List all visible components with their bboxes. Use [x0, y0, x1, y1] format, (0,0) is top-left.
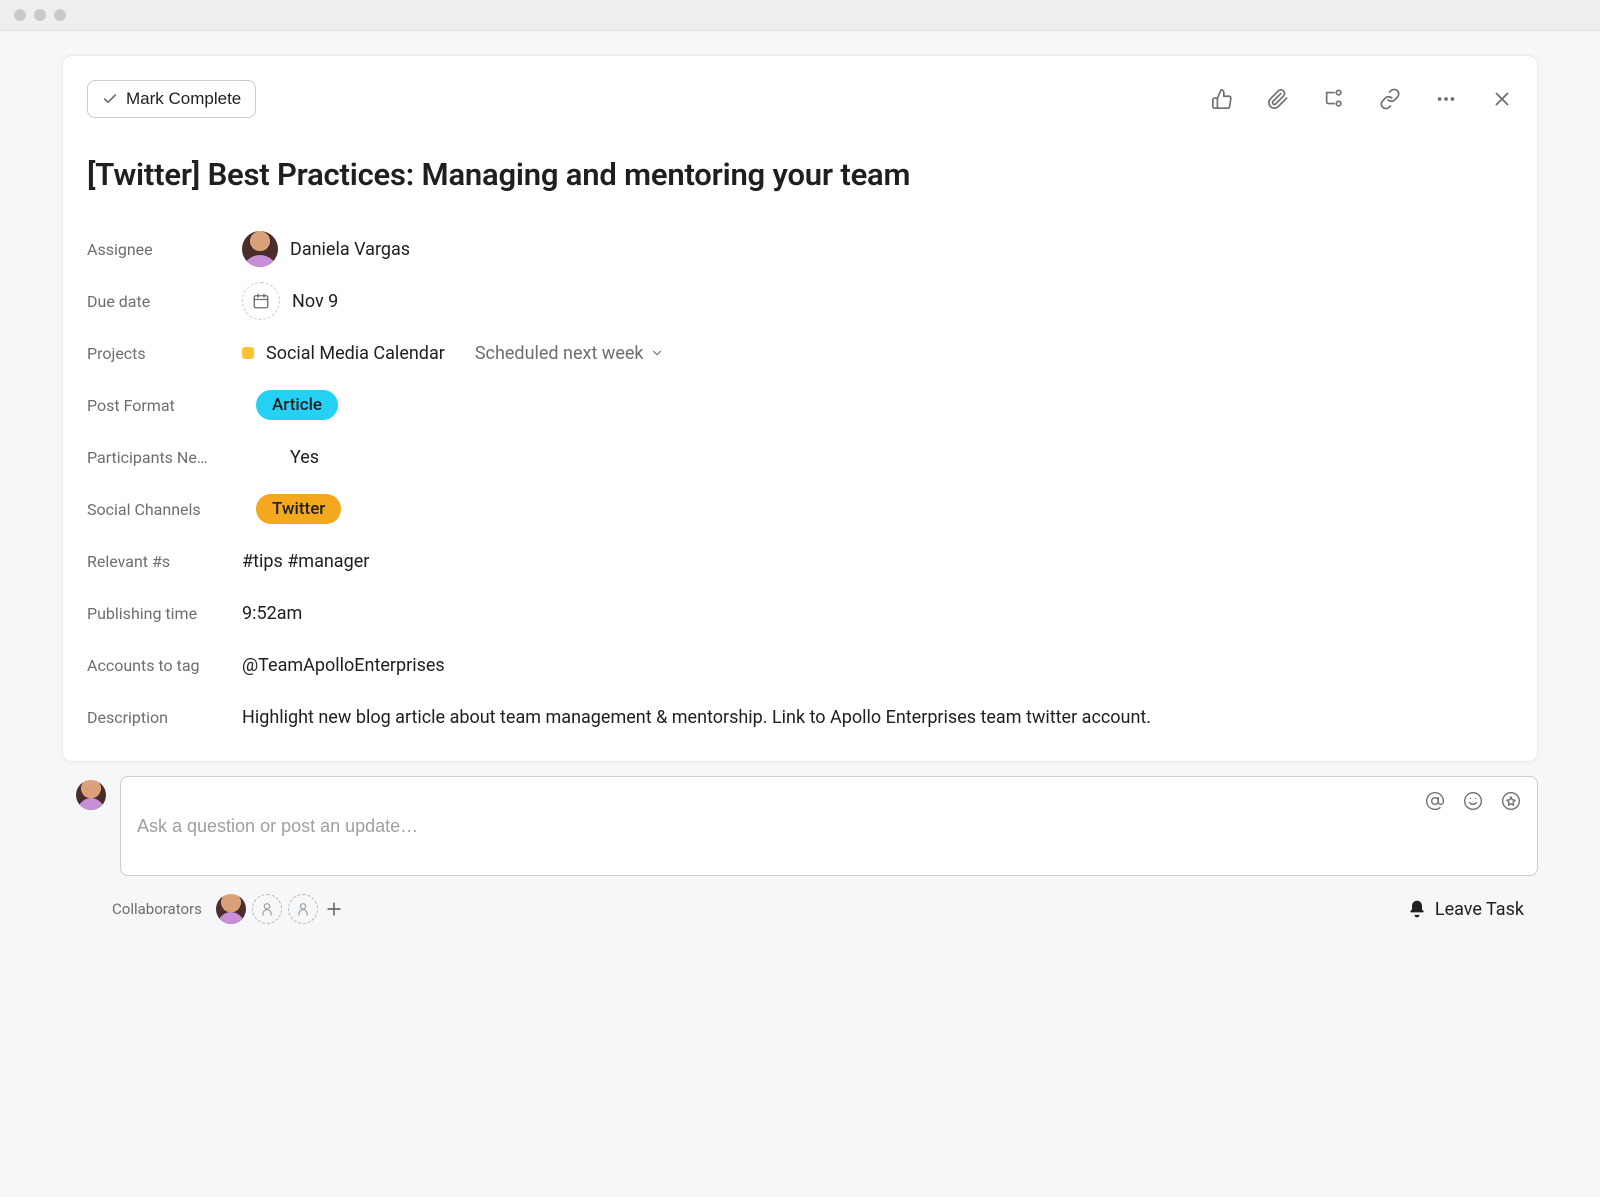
due-date-row: Due date Nov 9	[87, 275, 1513, 327]
mark-complete-button[interactable]: Mark Complete	[87, 80, 256, 118]
hashtags-value[interactable]: #tips #manager	[242, 551, 369, 572]
composer-icons	[1425, 791, 1521, 861]
footer-row: Collaborators Leave Task	[62, 876, 1538, 924]
link-icon[interactable]	[1379, 88, 1401, 110]
post-format-label: Post Format	[87, 396, 242, 415]
social-channel-pill: Twitter	[256, 494, 341, 524]
traffic-min-icon	[34, 9, 46, 21]
participants-label: Participants Ne…	[87, 448, 242, 467]
hashtags-text: #tips #manager	[242, 551, 369, 572]
projects-label: Projects	[87, 344, 242, 363]
due-date-value[interactable]: Nov 9	[242, 282, 338, 320]
current-user-avatar	[76, 780, 106, 810]
at-mention-icon[interactable]	[1425, 791, 1445, 811]
accounts-to-tag-text: @TeamApolloEnterprises	[242, 655, 445, 676]
post-format-pill: Article	[256, 390, 338, 420]
hashtags-label: Relevant #s	[87, 552, 242, 571]
collaborators-section: Collaborators	[112, 894, 344, 924]
window-chrome	[0, 0, 1600, 31]
project-section-label: Scheduled next week	[475, 343, 644, 364]
social-channels-row: Social Channels Twitter	[87, 483, 1513, 535]
accounts-to-tag-value[interactable]: @TeamApolloEnterprises	[242, 655, 445, 676]
assignee-row: Assignee Daniela Vargas	[87, 223, 1513, 275]
description-row: Description Highlight new blog article a…	[87, 691, 1513, 743]
accounts-to-tag-label: Accounts to tag	[87, 656, 242, 675]
task-detail-card: Mark Complete	[62, 55, 1538, 762]
project-section-dropdown[interactable]: Scheduled next week	[475, 343, 664, 364]
projects-row: Projects Social Media Calendar Scheduled…	[87, 327, 1513, 379]
comment-input[interactable]	[137, 791, 1425, 861]
assignee-label: Assignee	[87, 240, 242, 259]
post-format-value[interactable]: Article	[242, 390, 338, 420]
description-value[interactable]: Highlight new blog article about team ma…	[242, 704, 1151, 731]
assignee-value[interactable]: Daniela Vargas	[242, 231, 410, 267]
header-actions	[1211, 88, 1513, 110]
traffic-max-icon	[54, 9, 66, 21]
comment-composer[interactable]	[120, 776, 1538, 876]
participants-row: Participants Ne… Yes	[87, 431, 1513, 483]
traffic-close-icon	[14, 9, 26, 21]
paperclip-icon[interactable]	[1267, 88, 1289, 110]
social-channels-value[interactable]: Twitter	[242, 494, 341, 524]
add-collaborator-slot[interactable]	[252, 894, 282, 924]
subtask-icon[interactable]	[1323, 88, 1345, 110]
participants-value[interactable]: Yes	[242, 447, 319, 468]
post-format-row: Post Format Article	[87, 379, 1513, 431]
star-icon[interactable]	[1501, 791, 1521, 811]
close-icon[interactable]	[1491, 88, 1513, 110]
publishing-time-text: 9:52am	[242, 603, 302, 624]
collaborators-label: Collaborators	[112, 900, 202, 918]
collaborator-avatar[interactable]	[216, 894, 246, 924]
calendar-icon	[242, 282, 280, 320]
mark-complete-label: Mark Complete	[126, 89, 241, 109]
composer-area: Collaborators Leave Task	[0, 762, 1600, 924]
chevron-down-icon	[650, 346, 664, 360]
participants-text: Yes	[290, 447, 319, 468]
emoji-icon[interactable]	[1463, 791, 1483, 811]
due-date-label: Due date	[87, 292, 242, 311]
assignee-avatar	[242, 231, 278, 267]
accounts-to-tag-row: Accounts to tag @TeamApolloEnterprises	[87, 639, 1513, 691]
card-header: Mark Complete	[87, 80, 1513, 118]
description-text: Highlight new blog article about team ma…	[242, 704, 1151, 731]
more-icon[interactable]	[1435, 88, 1457, 110]
publishing-time-row: Publishing time 9:52am	[87, 587, 1513, 639]
project-name[interactable]: Social Media Calendar	[266, 343, 445, 364]
due-date-text: Nov 9	[292, 291, 338, 312]
collaborator-avatars	[216, 894, 344, 924]
check-icon	[102, 91, 118, 107]
add-collaborator-slot[interactable]	[288, 894, 318, 924]
assignee-name: Daniela Vargas	[290, 239, 410, 260]
social-channels-label: Social Channels	[87, 500, 242, 519]
thumbs-up-icon[interactable]	[1211, 88, 1233, 110]
projects-value: Social Media Calendar Scheduled next wee…	[242, 343, 664, 364]
bell-icon	[1407, 899, 1427, 919]
publishing-time-label: Publishing time	[87, 604, 242, 623]
publishing-time-value[interactable]: 9:52am	[242, 603, 302, 624]
add-collaborator-button[interactable]	[324, 899, 344, 919]
leave-task-label: Leave Task	[1435, 899, 1524, 920]
project-color-dot	[242, 347, 254, 359]
hashtags-row: Relevant #s #tips #manager	[87, 535, 1513, 587]
task-title[interactable]: [Twitter] Best Practices: Managing and m…	[87, 156, 1513, 193]
leave-task-button[interactable]: Leave Task	[1407, 899, 1524, 920]
description-label: Description	[87, 708, 242, 727]
